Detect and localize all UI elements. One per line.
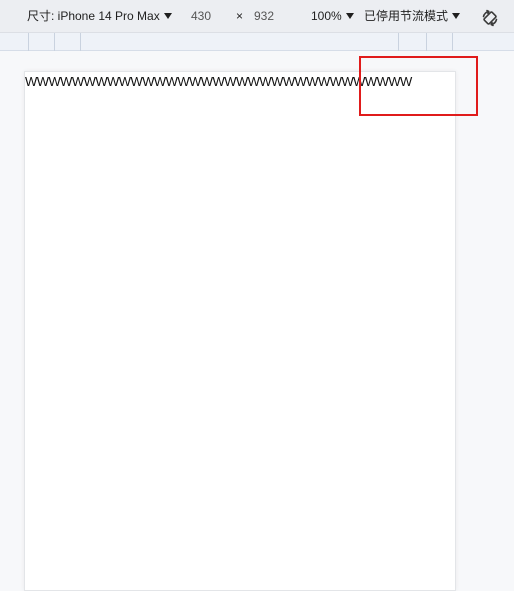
device-select-label: 尺寸: iPhone 14 Pro Max	[27, 9, 160, 23]
device-select[interactable]: 尺寸: iPhone 14 Pro Max	[27, 0, 172, 33]
chevron-down-icon	[452, 13, 461, 19]
ruler-tick	[398, 33, 399, 51]
ruler-tick	[452, 33, 453, 51]
media-query-ruler[interactable]	[0, 33, 514, 51]
ruler-tick	[80, 33, 81, 51]
overflow-text: WWWWWWWWWWWWWWWWWWWWWWWWWWWWWWWWW	[25, 74, 412, 89]
highlight-box	[359, 56, 478, 116]
zoom-select-label: 100%	[311, 9, 342, 23]
chevron-down-icon	[345, 13, 354, 19]
ruler-tick	[54, 33, 55, 51]
ruler-tick	[426, 33, 427, 51]
width-input[interactable]: 430	[191, 0, 211, 33]
device-toolbar: 尺寸: iPhone 14 Pro Max 430 × 932 100% 已停用…	[0, 0, 514, 33]
height-input[interactable]: 932	[254, 0, 274, 33]
rotate-icon[interactable]	[481, 9, 499, 27]
ruler-tick	[28, 33, 29, 51]
zoom-select[interactable]: 100%	[311, 0, 354, 33]
chevron-down-icon	[163, 13, 172, 19]
device-viewport[interactable]	[24, 71, 456, 591]
throttle-select-label: 已停用节流模式	[364, 9, 449, 23]
times-separator: ×	[236, 9, 244, 23]
throttle-select[interactable]: 已停用节流模式	[364, 0, 461, 33]
